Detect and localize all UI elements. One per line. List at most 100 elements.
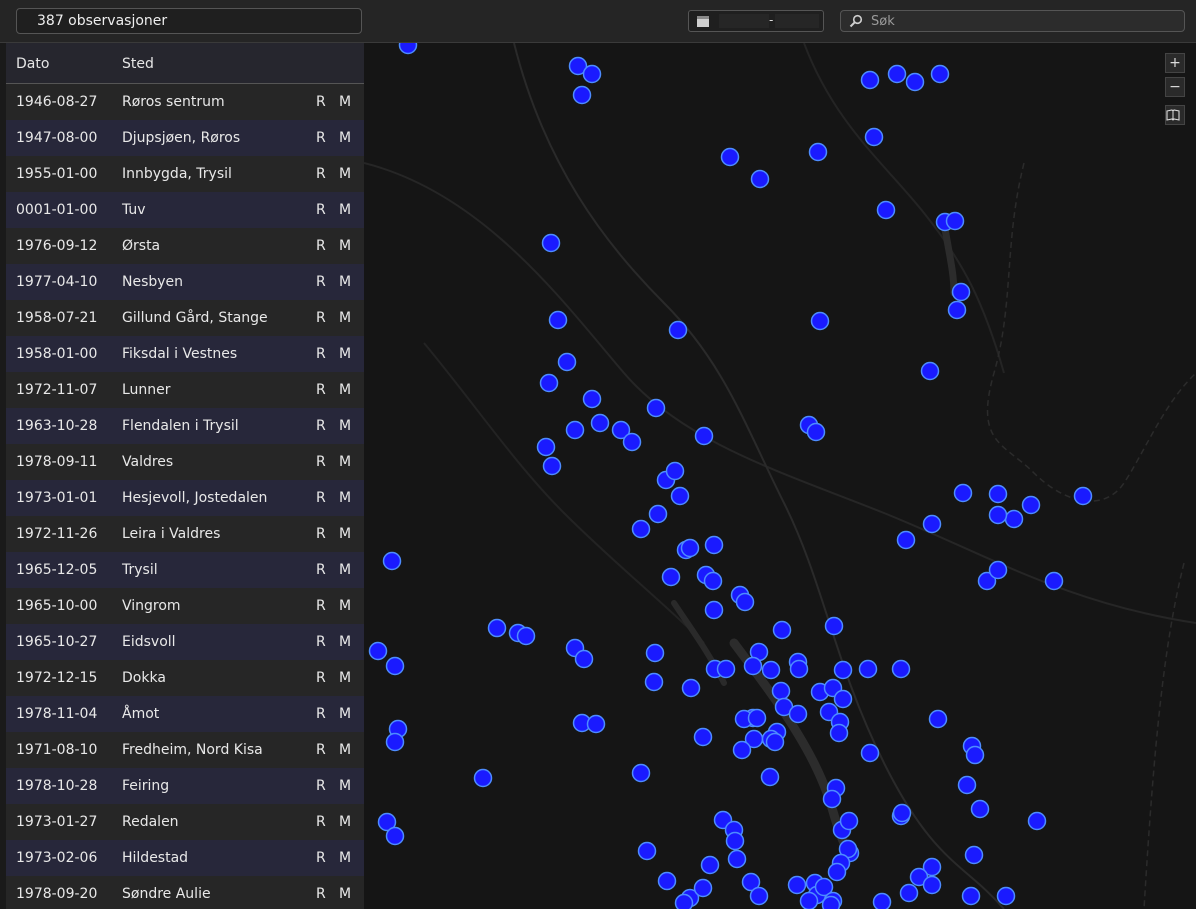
observation-marker[interactable] — [516, 626, 536, 646]
observation-marker[interactable] — [988, 505, 1008, 525]
observation-marker[interactable] — [694, 426, 714, 446]
observation-marker[interactable] — [622, 432, 642, 452]
date-to-input[interactable] — [775, 14, 819, 28]
date-from-input[interactable] — [719, 14, 769, 28]
row-action-m[interactable]: M — [339, 310, 351, 326]
observation-marker[interactable] — [957, 775, 977, 795]
row-action-m[interactable]: M — [339, 598, 351, 614]
observation-marker[interactable] — [953, 483, 973, 503]
row-action-r[interactable]: R — [316, 202, 326, 218]
row-action-m[interactable]: M — [339, 274, 351, 290]
list-row[interactable]: 1958-07-21 Gillund Gård, Stange R M — [6, 300, 364, 336]
observation-marker[interactable] — [947, 300, 967, 320]
observation-marker[interactable] — [574, 649, 594, 669]
observation-marker[interactable] — [674, 893, 694, 909]
list-row[interactable]: 1947-08-00 Djupsjøen, Røros R M — [6, 120, 364, 156]
list-row[interactable]: 1977-04-10 Nesbyen R M — [6, 264, 364, 300]
row-action-r[interactable]: R — [316, 418, 326, 434]
observation-marker[interactable] — [572, 85, 592, 105]
observation-marker[interactable] — [821, 895, 841, 909]
observation-marker[interactable] — [858, 659, 878, 679]
observation-marker[interactable] — [1073, 486, 1093, 506]
observation-marker[interactable] — [922, 514, 942, 534]
observation-marker[interactable] — [680, 538, 700, 558]
row-action-r[interactable]: R — [316, 706, 326, 722]
observation-marker[interactable] — [833, 660, 853, 680]
map-layers-button[interactable] — [1165, 105, 1185, 125]
list-row[interactable]: 1958-01-00 Fiksdal i Vestnes R M — [6, 336, 364, 372]
observation-marker[interactable] — [810, 311, 830, 331]
row-action-r[interactable]: R — [316, 310, 326, 326]
observation-marker[interactable] — [586, 714, 606, 734]
observation-marker[interactable] — [720, 147, 740, 167]
observation-marker[interactable] — [1021, 495, 1041, 515]
observation-marker[interactable] — [548, 310, 568, 330]
observation-marker[interactable] — [735, 592, 755, 612]
zoom-in-button[interactable]: + — [1165, 53, 1185, 73]
list-row[interactable]: 1978-11-04 Åmot R M — [6, 696, 364, 732]
list-row[interactable]: 1972-11-26 Leira i Valdres R M — [6, 516, 364, 552]
observation-marker[interactable] — [772, 620, 792, 640]
observation-marker[interactable] — [732, 740, 752, 760]
row-action-m[interactable]: M — [339, 346, 351, 362]
list-row[interactable]: 1973-01-01 Hesjevoll, Jostedalen R M — [6, 480, 364, 516]
row-action-r[interactable]: R — [316, 886, 326, 902]
search-box[interactable] — [840, 10, 1185, 32]
observation-marker[interactable] — [988, 484, 1008, 504]
observation-marker[interactable] — [887, 64, 907, 84]
observation-marker[interactable] — [631, 519, 651, 539]
row-action-r[interactable]: R — [316, 130, 326, 146]
observation-marker[interactable] — [704, 600, 724, 620]
observation-marker[interactable] — [681, 678, 701, 698]
observation-marker[interactable] — [727, 849, 747, 869]
row-action-m[interactable]: M — [339, 742, 351, 758]
observation-marker[interactable] — [789, 659, 809, 679]
row-action-m[interactable]: M — [339, 454, 351, 470]
observation-marker[interactable] — [565, 420, 585, 440]
list-row[interactable]: 1978-10-28 Feiring R M — [6, 768, 364, 804]
row-action-r[interactable]: R — [316, 598, 326, 614]
calendar-icon[interactable] — [697, 16, 709, 27]
map-view[interactable]: + − — [364, 43, 1196, 909]
observation-marker[interactable] — [582, 64, 602, 84]
observation-marker[interactable] — [542, 456, 562, 476]
observation-marker[interactable] — [582, 389, 602, 409]
observation-marker[interactable] — [703, 571, 723, 591]
list-row[interactable]: 1946-08-27 Røros sentrum R M — [6, 84, 364, 120]
row-action-m[interactable]: M — [339, 418, 351, 434]
row-action-m[interactable]: M — [339, 490, 351, 506]
observation-marker[interactable] — [860, 743, 880, 763]
observation-marker[interactable] — [970, 799, 990, 819]
row-action-m[interactable]: M — [339, 166, 351, 182]
observation-marker[interactable] — [864, 127, 884, 147]
row-action-r[interactable]: R — [316, 526, 326, 542]
observation-marker[interactable] — [833, 689, 853, 709]
row-action-r[interactable]: R — [316, 850, 326, 866]
observation-marker[interactable] — [693, 878, 713, 898]
date-range-filter[interactable]: - — [688, 10, 824, 32]
row-action-r[interactable]: R — [316, 742, 326, 758]
observation-marker[interactable] — [749, 886, 769, 906]
observation-marker[interactable] — [657, 871, 677, 891]
row-action-m[interactable]: M — [339, 886, 351, 902]
observation-marker[interactable] — [536, 437, 556, 457]
observation-marker[interactable] — [382, 551, 402, 571]
list-row[interactable]: 1972-11-07 Lunner R M — [6, 372, 364, 408]
observation-marker[interactable] — [590, 413, 610, 433]
observation-marker[interactable] — [860, 70, 880, 90]
row-action-r[interactable]: R — [316, 814, 326, 830]
list-row[interactable]: 1965-10-00 Vingrom R M — [6, 588, 364, 624]
row-action-r[interactable]: R — [316, 238, 326, 254]
row-action-r[interactable]: R — [316, 778, 326, 794]
observation-marker[interactable] — [920, 361, 940, 381]
observation-marker[interactable] — [557, 352, 577, 372]
observation-marker[interactable] — [829, 723, 849, 743]
observation-marker[interactable] — [961, 886, 981, 906]
observation-marker[interactable] — [1004, 509, 1024, 529]
observation-marker[interactable] — [398, 43, 418, 55]
row-action-m[interactable]: M — [339, 526, 351, 542]
row-action-r[interactable]: R — [316, 94, 326, 110]
observation-marker[interactable] — [750, 169, 770, 189]
observation-marker[interactable] — [824, 616, 844, 636]
observation-marker[interactable] — [806, 422, 826, 442]
